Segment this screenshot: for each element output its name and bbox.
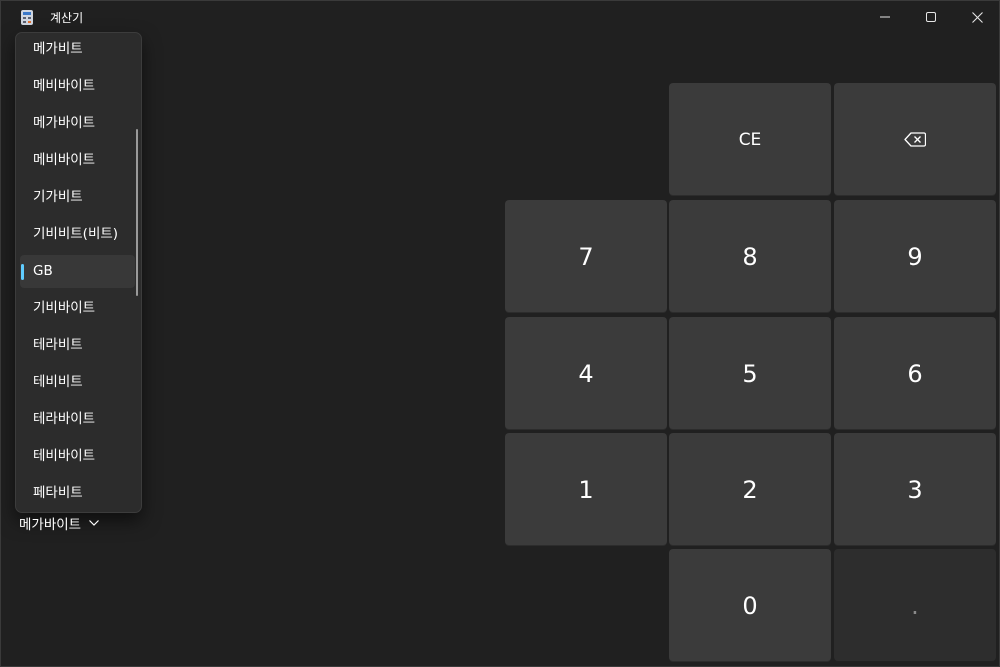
- minimize-button[interactable]: [862, 1, 908, 33]
- list-item[interactable]: 페타비트: [20, 477, 135, 510]
- digit-8-button[interactable]: 8: [669, 200, 831, 313]
- unit-selector[interactable]: 메가바이트: [19, 512, 100, 534]
- selection-indicator: [21, 264, 24, 280]
- close-icon: [971, 11, 983, 23]
- title-bar: 계산기: [1, 1, 1000, 35]
- close-button[interactable]: [954, 1, 1000, 33]
- digit-6-button[interactable]: 6: [834, 317, 996, 430]
- clear-entry-button[interactable]: CE: [669, 83, 831, 196]
- backspace-icon: [904, 132, 926, 147]
- digit-2-button[interactable]: 2: [669, 433, 831, 546]
- minimize-icon: [880, 16, 890, 18]
- digit-9-button[interactable]: 9: [834, 200, 996, 313]
- unit-selector-value: 메가바이트: [19, 517, 82, 533]
- list-item[interactable]: 기가비트: [20, 181, 135, 214]
- calculator-window: 계산기 메가비트 메비바이트 메가바이트 메비바이트 기가비트 기비비트(비트): [0, 0, 1000, 667]
- calculator-app-icon: [21, 10, 33, 25]
- list-item-selected[interactable]: GB: [20, 255, 135, 288]
- digit-0-button[interactable]: 0: [669, 549, 831, 662]
- list-item[interactable]: 테라비트: [20, 329, 135, 362]
- list-item[interactable]: 메비바이트: [20, 70, 135, 103]
- list-item[interactable]: 메가바이트: [20, 107, 135, 140]
- list-item[interactable]: 기비비트(비트): [20, 218, 135, 251]
- maximize-button[interactable]: [908, 1, 954, 33]
- backspace-button[interactable]: [834, 83, 996, 196]
- maximize-icon: [926, 12, 936, 22]
- dropdown-scrollbar[interactable]: [136, 129, 138, 296]
- digit-5-button[interactable]: 5: [669, 317, 831, 430]
- digit-1-button[interactable]: 1: [505, 433, 667, 546]
- digit-4-button[interactable]: 4: [505, 317, 667, 430]
- chevron-down-icon: [89, 520, 100, 526]
- decimal-button[interactable]: .: [834, 549, 996, 662]
- list-item[interactable]: 테비비트: [20, 366, 135, 399]
- list-item[interactable]: 테비바이트: [20, 440, 135, 473]
- digit-3-button[interactable]: 3: [834, 433, 996, 546]
- unit-dropdown-list: 메가비트 메비바이트 메가바이트 메비바이트 기가비트 기비비트(비트) GB …: [15, 32, 142, 513]
- window-title: 계산기: [50, 11, 84, 25]
- list-item[interactable]: 테라바이트: [20, 403, 135, 436]
- list-item[interactable]: 기비바이트: [20, 292, 135, 325]
- digit-7-button[interactable]: 7: [505, 200, 667, 313]
- list-item[interactable]: 메비바이트: [20, 144, 135, 177]
- list-item[interactable]: 메가비트: [20, 33, 135, 66]
